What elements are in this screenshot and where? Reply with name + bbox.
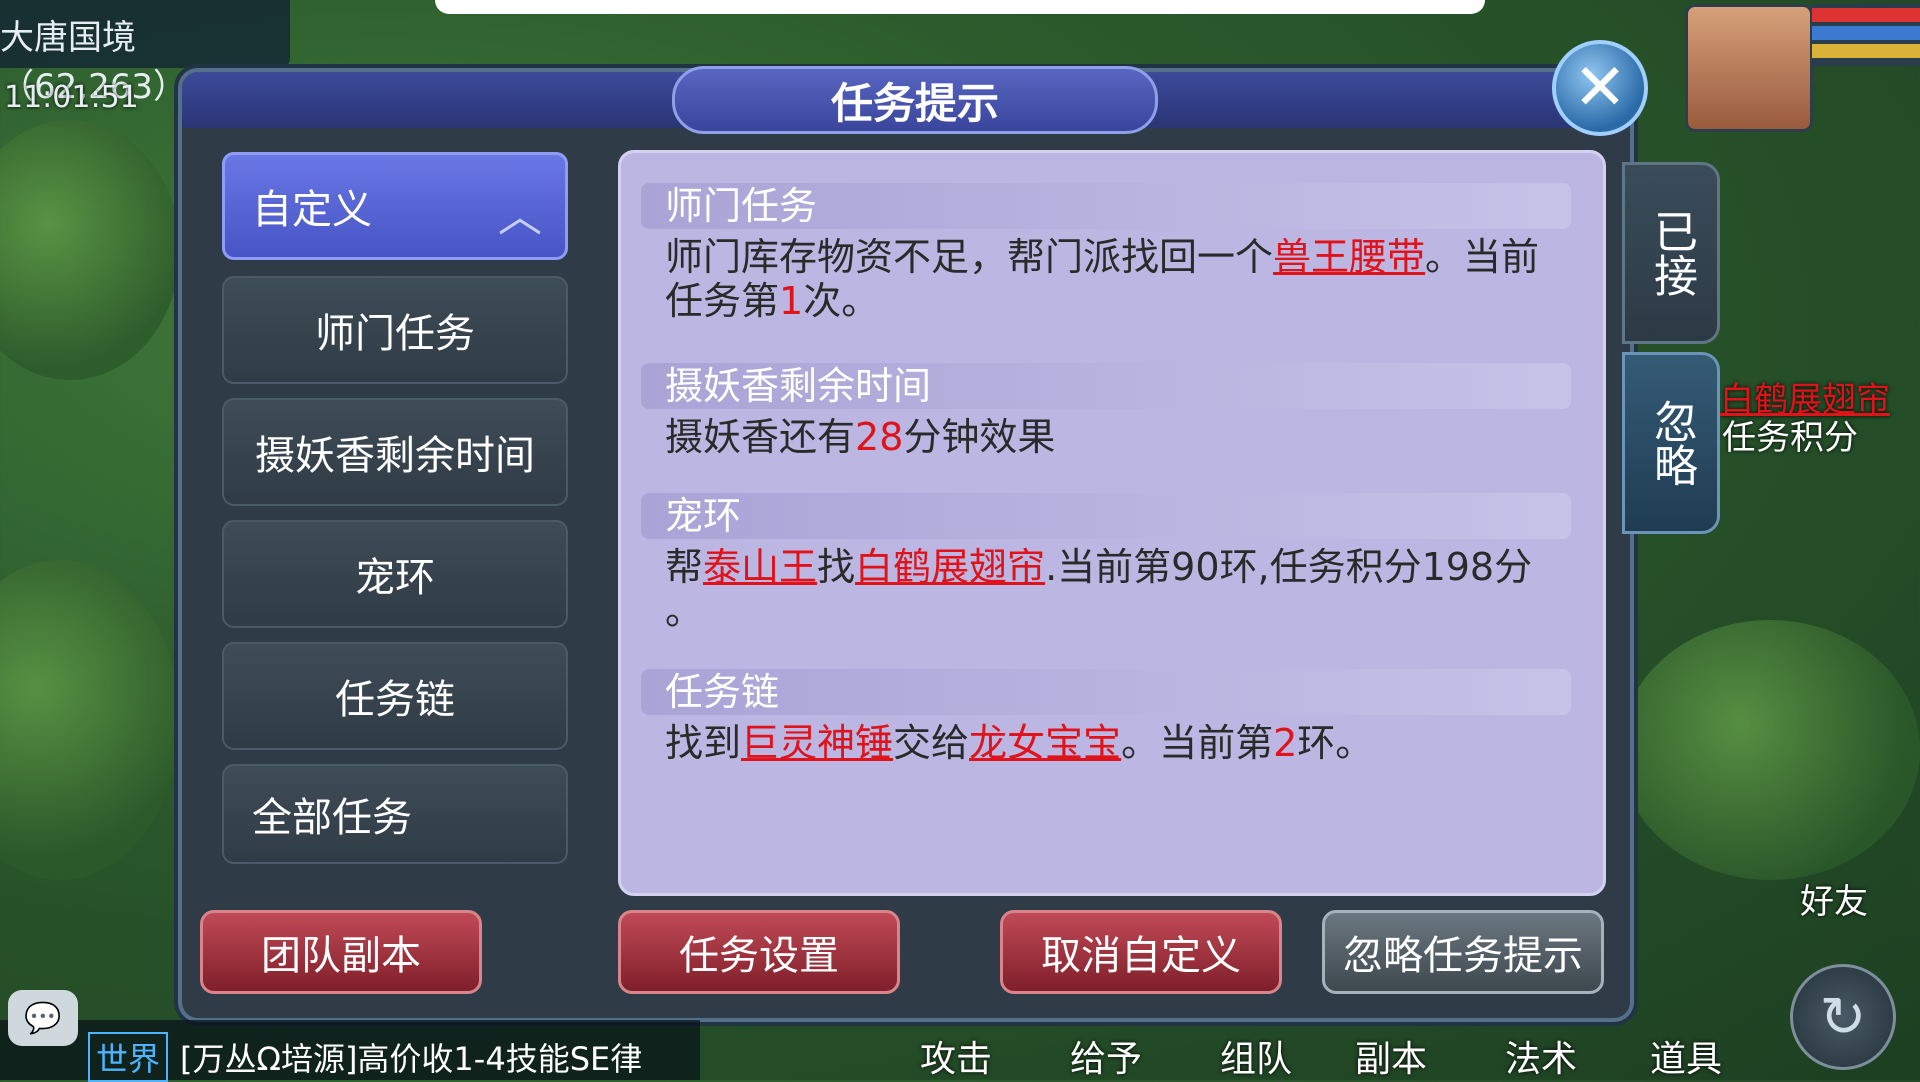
close-icon[interactable]: ✕ (1552, 40, 1648, 136)
menu-item-all-quests[interactable]: 全部任务 (222, 764, 568, 864)
menu-item-label: 自定义 (252, 187, 372, 233)
ignore-hint-button[interactable]: 忽略任务提示 (1322, 910, 1604, 994)
quest-title: 任务链 (641, 669, 1571, 715)
chevron-up-icon: ︿ (498, 191, 542, 242)
hotbar-give[interactable]: 给予 (1070, 1030, 1142, 1082)
quest-text: 摄妖香还有 (665, 415, 856, 459)
menu-item-label: 任务链 (335, 677, 455, 723)
quest-count: 1 (779, 279, 804, 323)
tree-foliage (0, 560, 180, 880)
quest-description: 摄妖香还有28分钟效果 (641, 415, 1571, 459)
status-bars (1812, 4, 1920, 66)
game-clock: 11:01:51 (4, 80, 139, 115)
menu-item-incense-time[interactable]: 摄妖香剩余时间 (222, 398, 568, 506)
quest-settings-button[interactable]: 任务设置 (618, 910, 900, 994)
team-dungeon-button[interactable]: 团队副本 (200, 910, 482, 994)
quest-description: 找到巨灵神锤交给龙女宝宝。当前第2环。 (641, 721, 1571, 765)
quest-text: 帮 (665, 545, 704, 589)
top-banner (435, 0, 1485, 14)
quest-item-link[interactable]: 巨灵神锤 (741, 721, 893, 765)
mp-bar (1812, 26, 1920, 40)
dialog-title: 任务提示 (672, 66, 1158, 134)
menu-item-pet-ring[interactable]: 宠环 (222, 520, 568, 628)
tracker-text: 任务积分 (1722, 418, 1858, 458)
exp-bar (1812, 44, 1920, 58)
chat-message: [万丛Ω培源]高价收1-4技能SE律 (180, 1040, 643, 1078)
quest-text: 环。 (1297, 721, 1374, 765)
quest-item-link[interactable]: 白鹤展翅帘 (855, 545, 1045, 589)
quest-text: 。当前第 (1121, 721, 1274, 765)
quest-npc-link[interactable]: 泰山王 (703, 545, 817, 589)
title-bar: 任务提示 (182, 66, 1630, 134)
quest-text: .当前第90环,任务积分198分 (1045, 545, 1533, 589)
quest-text: 找 (817, 545, 856, 589)
quest-text: 师门库存物资不足，帮门派找回一个 (665, 235, 1274, 279)
quest-title: 摄妖香剩余时间 (641, 363, 1571, 409)
chat-channel: 世界 (88, 1032, 169, 1082)
quest-section: 师门任务 师门库存物资不足，帮门派找回一个兽王腰带。当前任务第1次。 (641, 183, 1571, 323)
quest-description: 师门库存物资不足，帮门派找回一个兽王腰带。当前任务第1次。 (641, 235, 1571, 323)
quest-section: 宠环 帮泰山王找白鹤展翅帘.当前第90环,任务积分198分。 (641, 493, 1571, 633)
quest-title: 宠环 (641, 493, 1571, 539)
quest-count: 2 (1273, 721, 1298, 765)
hotbar-items[interactable]: 道具 (1650, 1030, 1722, 1082)
hotbar-team[interactable]: 组队 (1220, 1030, 1292, 1082)
menu-item-custom[interactable]: 自定义 ︿ (222, 152, 568, 260)
tab-accepted[interactable]: 已接 (1622, 162, 1720, 344)
quest-section: 摄妖香剩余时间 摄妖香还有28分钟效果 (641, 363, 1571, 459)
menu-item-label: 全部任务 (252, 795, 412, 841)
hotbar-magic[interactable]: 法术 (1505, 1030, 1577, 1082)
quest-text: 分钟效果 (903, 415, 1056, 459)
location-panel[interactable]: 大唐国境（62,263） (0, 0, 290, 107)
refresh-icon[interactable]: ↻ (1790, 964, 1896, 1070)
hp-bar (1812, 8, 1920, 22)
menu-item-label: 摄妖香剩余时间 (255, 433, 535, 479)
quest-section: 任务链 找到巨灵神锤交给龙女宝宝。当前第2环。 (641, 669, 1571, 765)
quest-text: 。 (665, 589, 704, 633)
friends-button[interactable]: 好友 (1800, 874, 1868, 923)
quest-text: 次。 (803, 279, 880, 323)
quest-text: 找到 (665, 721, 742, 765)
player-avatar[interactable] (1685, 4, 1813, 132)
cancel-custom-button[interactable]: 取消自定义 (1000, 910, 1282, 994)
tree-foliage (1620, 620, 1920, 880)
menu-item-label: 宠环 (355, 555, 435, 601)
menu-item-quest-chain[interactable]: 任务链 (222, 642, 568, 750)
tab-ignore[interactable]: 忽略 (1622, 352, 1720, 534)
tab-label: 已接 (1646, 209, 1697, 297)
tab-label: 忽略 (1646, 399, 1697, 487)
quest-hint-dialog: 任务提示 ✕ 自定义 ︿ 师门任务 摄妖香剩余时间 宠环 任务链 全部任务 师门… (178, 40, 1720, 1022)
menu-item-master-quest[interactable]: 师门任务 (222, 276, 568, 384)
chat-icon[interactable]: 💬 (8, 990, 78, 1046)
tree-foliage (0, 120, 180, 380)
quest-detail-panel: 师门任务 师门库存物资不足，帮门派找回一个兽王腰带。当前任务第1次。 摄妖香剩余… (618, 150, 1606, 896)
quest-npc-link[interactable]: 龙女宝宝 (969, 721, 1121, 765)
hotbar-attack[interactable]: 攻击 (920, 1030, 992, 1082)
quest-text: 交给 (893, 721, 970, 765)
menu-item-label: 师门任务 (315, 311, 475, 357)
quest-description: 帮泰山王找白鹤展翅帘.当前第90环,任务积分198分。 (641, 545, 1571, 633)
quest-item-link[interactable]: 兽王腰带 (1273, 235, 1425, 279)
hotbar-dungeon[interactable]: 副本 (1355, 1030, 1427, 1082)
quest-count: 28 (855, 415, 904, 459)
quest-title: 师门任务 (641, 183, 1571, 229)
